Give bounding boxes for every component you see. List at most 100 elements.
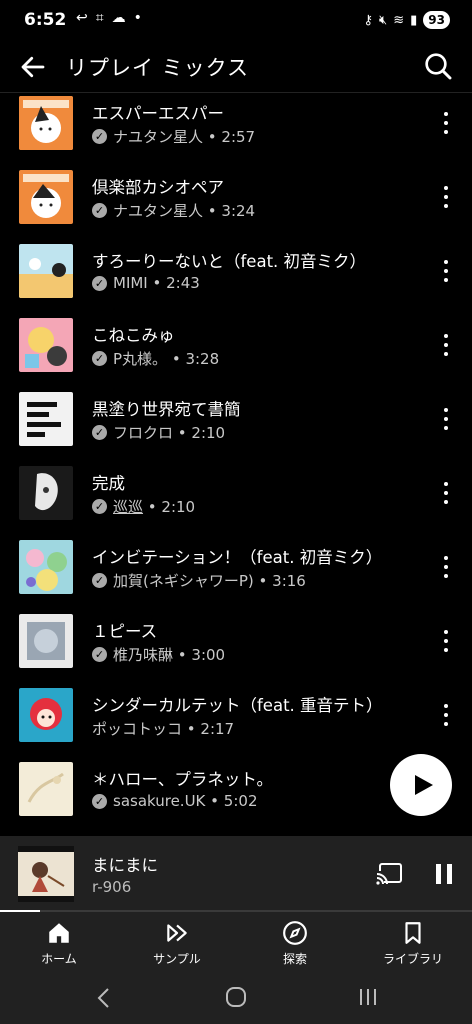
- song-title: ＊ハロー、プラネット。: [92, 770, 274, 789]
- list-item[interactable]: 完成 ✓ 巡巡 • 2:10: [0, 460, 472, 534]
- song-artist[interactable]: フロクロ: [113, 422, 173, 443]
- bottom-nav: ホーム サンプル 探索 ライブラリ: [0, 912, 472, 974]
- dot-icon: •: [133, 10, 142, 26]
- nav-samples[interactable]: サンプル: [137, 920, 217, 967]
- song-artist[interactable]: sasakure.UK: [113, 792, 205, 810]
- home-icon: [49, 923, 69, 943]
- more-options-button[interactable]: [442, 186, 450, 208]
- nav-label: 探索: [282, 952, 307, 966]
- samples-icon: [167, 924, 187, 942]
- song-duration: 2:10: [161, 497, 196, 516]
- song-artist[interactable]: ナユタン星人: [113, 126, 203, 147]
- more-options-button[interactable]: [442, 556, 450, 578]
- song-artist[interactable]: 巡巡: [113, 496, 143, 517]
- more-options-button[interactable]: [442, 482, 450, 504]
- song-artist[interactable]: ナユタン星人: [113, 200, 203, 221]
- song-meta: ✓ P丸様。 • 3:28: [92, 348, 219, 369]
- list-item[interactable]: インビテーション！（feat. 初音ミク） ✓ 加賀(ネギシャワーP) • 3:1…: [0, 534, 472, 608]
- page-title: リプレイ ミックス: [66, 56, 250, 80]
- song-meta: ✓ 加賀(ネギシャワーP) • 3:16: [92, 570, 306, 591]
- mute-icon: 🔇︎: [379, 12, 388, 28]
- cast-icon: [375, 863, 402, 885]
- more-options-button[interactable]: [442, 704, 450, 726]
- song-artist[interactable]: 加賀(ネギシャワーP): [113, 570, 254, 591]
- status-bar: 6:52 ↩ ⌗ ☁ • ⚷ 🔇︎ ≋ ▮ 93: [0, 0, 472, 44]
- now-playing-title: まにまに: [92, 856, 158, 875]
- song-duration: 3:24: [221, 201, 256, 220]
- mini-player[interactable]: まにまに r-906: [0, 836, 472, 912]
- song-artist[interactable]: P丸様。: [113, 348, 167, 369]
- reply-icon: ↩: [76, 10, 88, 26]
- nav-label: ライブラリ: [382, 952, 443, 966]
- search-button[interactable]: [422, 50, 454, 82]
- song-artist[interactable]: 椎乃味醂: [113, 644, 173, 665]
- song-duration: 2:57: [221, 127, 256, 146]
- song-meta: ポッコトッコ • 2:17: [92, 718, 235, 739]
- album-art: [19, 392, 73, 446]
- screenshot-icon: ⌗: [95, 10, 104, 26]
- back-button[interactable]: [18, 52, 48, 82]
- song-duration: 3:00: [191, 645, 226, 664]
- list-item[interactable]: 黒塗り世界宛て書簡 ✓ フロクロ • 2:10: [0, 386, 472, 460]
- album-art: [19, 540, 73, 594]
- album-art: [19, 96, 73, 150]
- status-time: 6:52: [24, 10, 67, 30]
- now-playing-art: [18, 846, 74, 902]
- verified-icon: ✓: [92, 793, 107, 809]
- more-options-button[interactable]: [442, 260, 450, 282]
- song-artist[interactable]: MIMI: [113, 274, 148, 292]
- song-title: インビテーション！（feat. 初音ミク）: [92, 548, 383, 567]
- album-art: [19, 170, 73, 224]
- album-art: [19, 318, 73, 372]
- song-duration: 3:16: [272, 571, 306, 590]
- song-title: 完成: [92, 474, 125, 493]
- back-arrow-icon: [21, 56, 45, 78]
- list-item[interactable]: すろーりーないと（feat. 初音ミク） ✓ MIMI • 2:43: [0, 238, 472, 312]
- system-recents-icon[interactable]: [357, 986, 379, 1008]
- album-art: [19, 466, 73, 520]
- album-art: [19, 244, 73, 298]
- list-item[interactable]: エスパーエスパー ✓ ナユタン星人 • 2:57: [0, 90, 472, 164]
- song-meta: ✓ MIMI • 2:43: [92, 274, 200, 292]
- key-icon: ⚷: [363, 12, 374, 28]
- list-item[interactable]: 倶楽部カシオペア ✓ ナユタン星人 • 3:24: [0, 164, 472, 238]
- song-title: 黒塗り世界宛て書簡: [92, 400, 241, 419]
- song-title: １ピース: [92, 622, 158, 641]
- system-back-icon[interactable]: [94, 986, 114, 1010]
- nav-explore[interactable]: 探索: [255, 920, 335, 967]
- system-home-icon[interactable]: [225, 986, 247, 1008]
- more-options-button[interactable]: [442, 112, 450, 134]
- song-artist[interactable]: ポッコトッコ: [92, 718, 182, 739]
- more-options-button[interactable]: [442, 408, 450, 430]
- more-options-button[interactable]: [442, 630, 450, 652]
- verified-icon: ✓: [92, 573, 107, 588]
- app-header: リプレイ ミックス: [0, 44, 472, 93]
- wifi-icon: ≋: [393, 12, 405, 28]
- nav-library[interactable]: ライブラリ: [373, 920, 453, 967]
- song-title: 倶楽部カシオペア: [92, 178, 224, 197]
- explore-icon: [283, 921, 307, 945]
- play-all-button[interactable]: [390, 754, 452, 816]
- pause-button[interactable]: [434, 862, 454, 890]
- system-nav-bar: [0, 974, 472, 1024]
- song-meta: ✓ 椎乃味醂 • 3:00: [92, 644, 225, 665]
- song-meta: ✓ ナユタン星人 • 3:24: [92, 200, 255, 221]
- nav-label: ホーム: [41, 952, 77, 966]
- song-list: エスパーエスパー ✓ ナユタン星人 • 2:57 倶楽部カシオペア ✓ ナユタン星人…: [0, 90, 472, 835]
- cast-button[interactable]: [375, 862, 403, 890]
- system-icons: ⚷ 🔇︎ ≋ ▮ 93: [363, 11, 450, 29]
- list-item-partial: [0, 830, 472, 835]
- song-meta: ✓ sasakure.UK • 5:02: [92, 792, 257, 810]
- now-playing-artist: r-906: [92, 878, 132, 896]
- list-item[interactable]: こねこみゅ ✓ P丸様。 • 3:28: [0, 312, 472, 386]
- song-duration: 2:10: [191, 423, 226, 442]
- nav-home[interactable]: ホーム: [19, 920, 99, 967]
- verified-icon: ✓: [92, 203, 107, 218]
- library-icon: [405, 922, 421, 944]
- more-options-button[interactable]: [442, 334, 450, 356]
- list-item[interactable]: １ピース ✓ 椎乃味醂 • 3:00: [0, 608, 472, 682]
- battery-indicator: 93: [423, 11, 450, 29]
- list-item[interactable]: シンダーカルテット（feat. 重音テト） ポッコトッコ • 2:17: [0, 682, 472, 756]
- song-duration: 3:28: [185, 349, 220, 368]
- verified-icon: ✓: [92, 499, 107, 514]
